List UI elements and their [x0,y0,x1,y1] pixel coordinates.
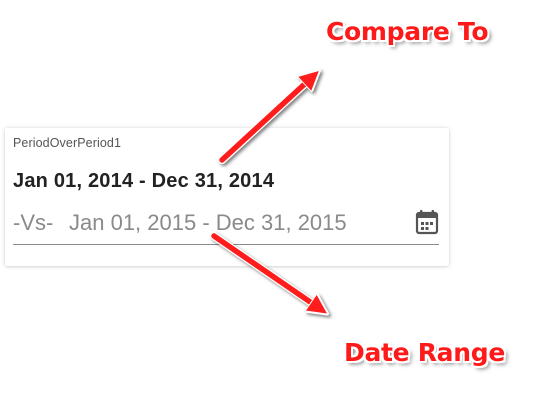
calendar-icon[interactable] [415,209,439,235]
date-range-callout: Date Range [344,338,506,367]
vs-label: -Vs- [13,210,54,235]
compare-to-callout: Compare To [326,17,489,46]
compare-to-field[interactable]: -Vs- Jan 01, 2015 - Dec 31, 2015 [13,204,439,245]
date-range-value: Jan 01, 2014 - Dec 31, 2014 [13,170,275,192]
widget-title: PeriodOverPeriod1 [13,136,122,150]
compare-range-value[interactable]: Jan 01, 2015 - Dec 31, 2015 [69,210,347,236]
period-over-period-widget: PeriodOverPeriod1 Jan 01, 2014 - Dec 31,… [5,128,449,266]
